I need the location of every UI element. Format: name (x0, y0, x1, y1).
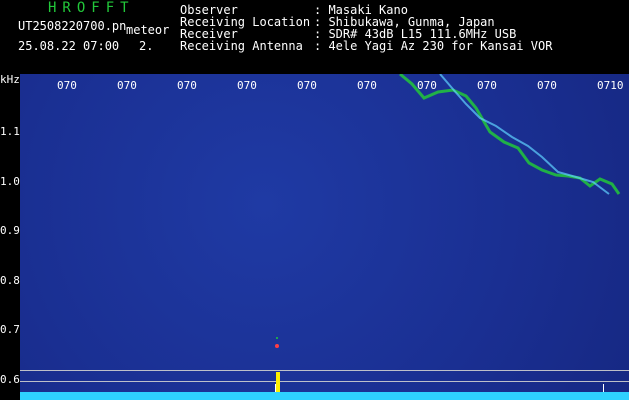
x-tick-label: 070 (417, 79, 437, 92)
spectrogram-area: kHz 1.1 1.0 0.9 0.8 0.7 0.6 070 070 070 … (0, 74, 629, 400)
metadata-label: Receiving Antenna (180, 39, 303, 53)
y-tick-label: 1.1 (0, 125, 20, 138)
app-title: HROFFT (48, 0, 135, 16)
y-tick-label: 1.0 (0, 175, 20, 188)
x-tick-label: 070 (537, 79, 557, 92)
x-tick-label: 070 (297, 79, 317, 92)
x-tick-label: 070 (177, 79, 197, 92)
noise-floor-bar (20, 392, 629, 400)
y-tick-label: 0.6 (0, 373, 20, 386)
x-tick-label: 070 (477, 79, 497, 92)
x-tick-label: 070 (57, 79, 77, 92)
metadata-value: : 4ele Yagi Az 230 for Kansai VOR (314, 39, 553, 53)
datetime: 25.08.22 07:00 (18, 39, 120, 53)
x-tick-label: 070 (237, 79, 257, 92)
guide-line-lower (20, 381, 629, 382)
header: HROFFT UT2508220700.pn meteor 25.08.22 0… (0, 0, 629, 74)
meteor-label: meteor (126, 23, 170, 37)
y-tick-label: 0.7 (0, 323, 20, 336)
metadata-panel: Observer : Masaki Kano Receiving Locatio… (180, 4, 552, 52)
x-tick-label: 0710 (597, 79, 624, 92)
y-tick-label: 0.8 (0, 274, 20, 287)
metadata-row-antenna: Receiving Antenna : 4ele Yagi Az 230 for… (180, 40, 552, 52)
y-tick-label: 0.9 (0, 224, 20, 237)
guide-line-upper (20, 370, 629, 371)
spectrogram-image (20, 74, 629, 400)
y-axis-unit: kHz (0, 73, 20, 86)
filename: UT2508220700.pn (18, 19, 127, 33)
x-tick-label: 070 (117, 79, 137, 92)
x-tick-label: 070 (357, 79, 377, 92)
count-value: 2. (139, 39, 154, 53)
signal-trace (275, 74, 621, 348)
